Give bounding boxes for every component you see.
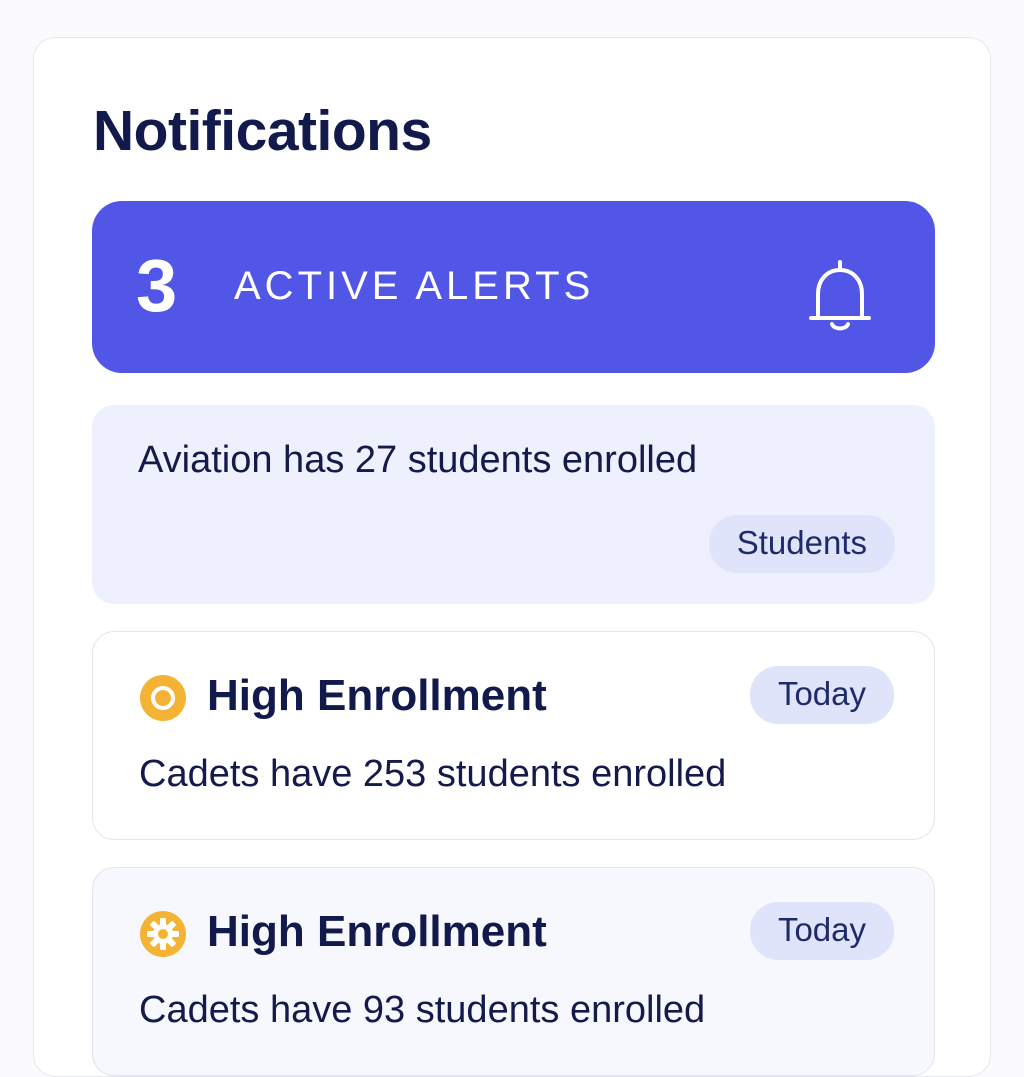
bell-icon[interactable] <box>808 258 872 336</box>
date-badge: Today <box>749 902 894 960</box>
notification-title: High Enrollment <box>207 907 547 956</box>
notification-body: Cadets have 93 students enrolled <box>139 989 706 1031</box>
page-title: Notifications <box>93 99 432 163</box>
info-card[interactable]: Aviation has 27 students enrolled Studen… <box>92 405 935 604</box>
warning-gear-icon <box>140 911 186 957</box>
notification-card[interactable]: High Enrollment Today Cadets have 253 st… <box>92 631 935 840</box>
notifications-panel: Notifications 3 ACTIVE ALERTS Aviation h… <box>33 37 991 1077</box>
active-alerts-banner[interactable]: 3 ACTIVE ALERTS <box>92 201 935 373</box>
students-tag[interactable]: Students <box>708 515 895 573</box>
warning-dot-icon <box>140 675 186 721</box>
alert-label: ACTIVE ALERTS <box>234 264 595 308</box>
notification-card[interactable]: High Enrollment Today Cadets have 93 stu… <box>92 867 935 1076</box>
notification-title: High Enrollment <box>207 671 547 720</box>
notification-body: Cadets have 253 students enrolled <box>139 753 727 795</box>
alert-count: 3 <box>136 244 178 327</box>
info-text: Aviation has 27 students enrolled <box>138 439 698 481</box>
date-badge: Today <box>749 666 894 724</box>
